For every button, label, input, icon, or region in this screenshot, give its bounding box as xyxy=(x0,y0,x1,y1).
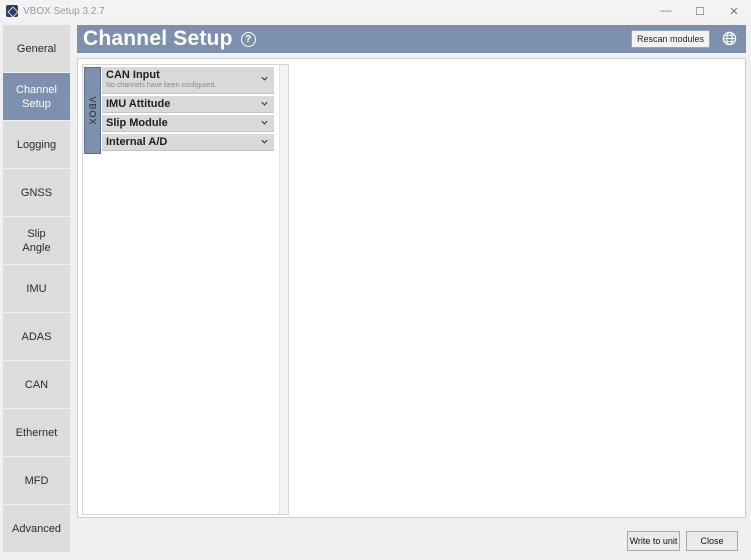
vbox-tab-label: VBOX xyxy=(87,95,98,126)
close-window-button[interactable]: ✕ xyxy=(717,0,751,22)
chevron-down-icon[interactable] xyxy=(260,74,269,83)
section-title: Slip Module xyxy=(106,117,168,129)
section-title: Internal A/D xyxy=(106,136,168,148)
sidebar-item-general[interactable]: General xyxy=(3,25,70,72)
sidebar-item-channel-setup[interactable]: Channel Setup xyxy=(3,73,70,120)
sidebar-item-adas[interactable]: ADAS xyxy=(3,313,70,360)
section-imu-attitude[interactable]: IMU Attitude xyxy=(102,96,274,113)
section-subtitle: No channels have been configured. xyxy=(106,82,217,89)
rescan-modules-button[interactable]: Rescan modules xyxy=(630,30,710,48)
title-bar: VBOX Setup 3.2.7 — ☐ ✕ xyxy=(0,0,751,22)
maximize-button[interactable]: ☐ xyxy=(683,0,717,22)
close-button[interactable]: Close xyxy=(686,531,738,551)
help-icon[interactable]: ? xyxy=(240,31,256,47)
section-title: IMU Attitude xyxy=(106,98,171,110)
window-controls: — ☐ ✕ xyxy=(649,0,751,22)
section-title: CAN Input xyxy=(106,69,160,81)
page-header: Channel Setup ? Rescan modules xyxy=(77,25,746,53)
sidebar-item-slip-angle[interactable]: Slip Angle xyxy=(3,217,70,264)
sidebar-item-logging[interactable]: Logging xyxy=(3,121,70,168)
app-icon xyxy=(6,5,18,17)
sidebar-item-can[interactable]: CAN xyxy=(3,361,70,408)
minimize-button[interactable]: — xyxy=(649,0,683,22)
sidebar-item-gnss[interactable]: GNSS xyxy=(3,169,70,216)
window-title: VBOX Setup 3.2.7 xyxy=(23,5,105,17)
section-slip-module[interactable]: Slip Module xyxy=(102,115,274,132)
channel-panel: VBOX CAN Input No channels have been con… xyxy=(82,64,289,515)
chevron-down-icon[interactable] xyxy=(260,99,269,108)
chevron-down-icon[interactable] xyxy=(260,118,269,127)
content-area: VBOX CAN Input No channels have been con… xyxy=(77,58,746,518)
chevron-down-icon[interactable] xyxy=(260,137,269,146)
sidebar-item-mfd[interactable]: MFD xyxy=(3,457,70,504)
write-to-unit-button[interactable]: Write to unit xyxy=(627,531,680,551)
globe-icon[interactable] xyxy=(722,31,737,46)
sidebar-item-imu[interactable]: IMU xyxy=(3,265,70,312)
section-internal-ad[interactable]: Internal A/D xyxy=(102,134,274,151)
page-title: Channel Setup xyxy=(83,27,233,50)
vbox-tab[interactable]: VBOX xyxy=(84,67,101,154)
sidebar: General Channel Setup Logging GNSS Slip … xyxy=(3,25,70,553)
panel-scrollbar[interactable] xyxy=(279,65,288,514)
sidebar-item-advanced[interactable]: Advanced xyxy=(3,505,70,552)
section-can-input[interactable]: CAN Input No channels have been configur… xyxy=(102,67,274,94)
sidebar-item-ethernet[interactable]: Ethernet xyxy=(3,409,70,456)
